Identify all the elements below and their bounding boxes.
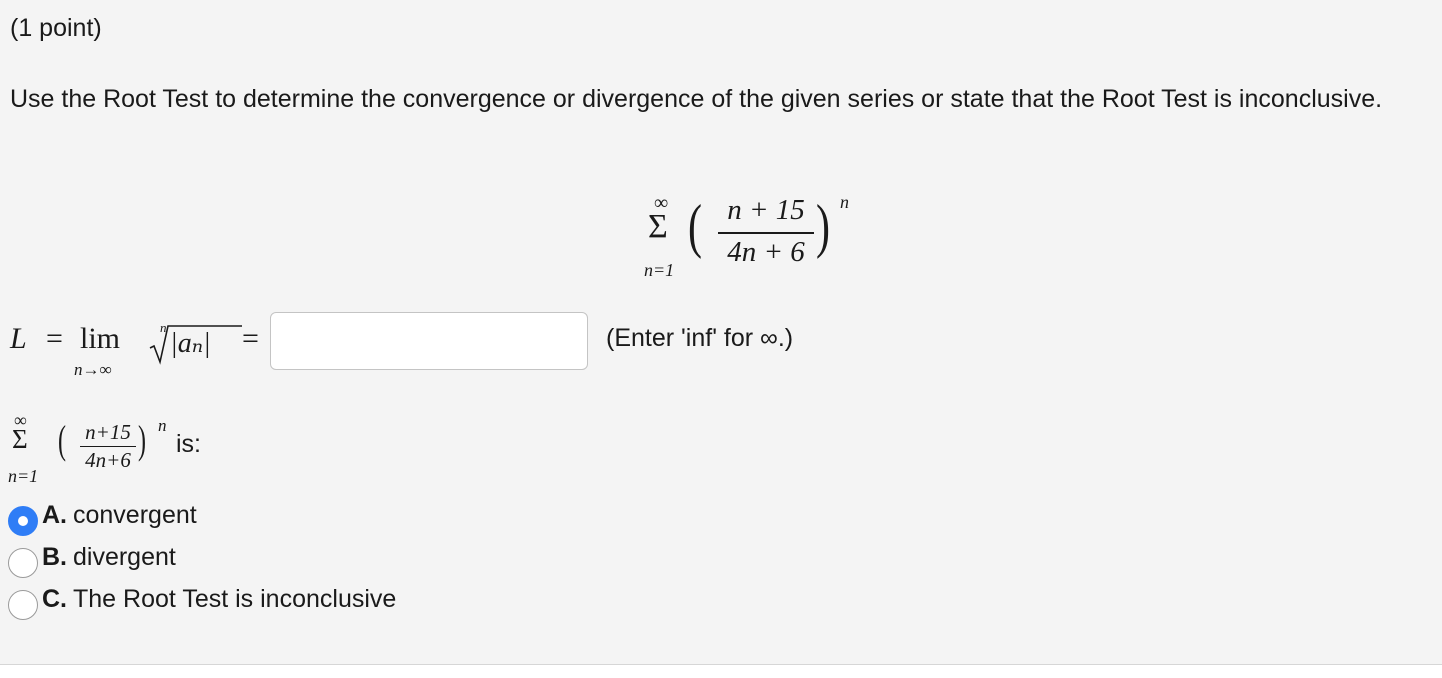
abs-term: |aₙ| [170,328,211,359]
series-exponent: n [840,192,849,212]
limit-answer-input[interactable] [270,312,588,370]
points-label: (1 point) [10,14,102,42]
radio-icon[interactable] [8,548,38,578]
input-hint: (Enter 'inf' for ∞.) [606,324,794,352]
answer-options: A. convergent B. divergent C. The Root T… [8,494,396,620]
series-exponent-small: n [158,416,167,435]
fraction-denominator-small: 4n+6 [85,448,131,472]
option-letter: C. [42,584,67,613]
sum-lower-limit-small: n=1 [8,466,39,486]
equals-sign-2: = [242,322,259,355]
fraction-numerator: n + 15 [727,194,805,226]
sum-lower-limit: n=1 [644,260,675,280]
option-divergent[interactable]: B. divergent [8,536,396,578]
left-paren-small: ( [58,417,66,462]
lim-operator: lim [80,322,121,355]
root-index: n [160,320,167,335]
option-label: convergent [73,500,197,529]
fraction-bar-small [80,446,136,447]
option-label: The Root Test is inconclusive [73,584,397,613]
series-inline: ∞ Σ n=1 ( n+15 4n+6 ) n is: [6,410,226,496]
bottom-strip [0,665,1442,678]
option-letter: B. [42,542,67,571]
limit-variable: L [10,322,27,355]
series-expression: ∞ Σ n=1 ( n + 15 4n + 6 ) n [640,186,880,286]
option-label: divergent [73,542,176,571]
lim-subscript: n→∞ [74,360,112,379]
fraction-denominator: 4n + 6 [727,236,805,268]
sum-symbol: Σ [648,208,668,245]
sum-symbol-small: Σ [12,424,28,454]
fraction-bar [718,232,814,234]
option-inconclusive[interactable]: C. The Root Test is inconclusive [8,578,396,620]
limit-formula: L = lim n→∞ n |aₙ| = [10,316,270,380]
is-label: is: [176,430,201,458]
radio-icon[interactable] [8,590,38,620]
fraction-numerator-small: n+15 [85,420,131,444]
option-letter: A. [42,500,67,529]
option-convergent[interactable]: A. convergent [8,494,396,536]
left-paren: ( [688,193,702,259]
radio-selected-icon[interactable] [8,506,38,536]
right-paren: ) [816,193,830,259]
equals-sign: = [46,322,63,355]
right-paren-small: ) [138,417,146,462]
question-prompt: Use the Root Test to determine the conve… [10,85,1383,113]
